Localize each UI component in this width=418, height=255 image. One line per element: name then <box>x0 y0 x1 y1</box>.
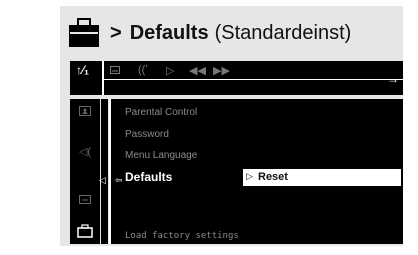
selection-arrow-icon: ⇦ <box>115 175 123 185</box>
help-text: Load factory settings <box>125 231 239 241</box>
topbar-submenu-line <box>104 79 403 80</box>
menu-item-defaults[interactable]: Defaults <box>125 170 172 184</box>
briefcase-icon[interactable] <box>77 224 93 238</box>
menu-panel: ◁ Parental Control Password Menu Languag… <box>99 99 403 244</box>
topbar-divider <box>102 61 104 95</box>
subtitle-icon[interactable] <box>110 66 120 74</box>
subtitle-icon[interactable] <box>79 195 91 204</box>
forward-icon[interactable]: ▶▶ <box>213 64 230 77</box>
option-reset-label: Reset <box>258 171 288 183</box>
submenu-arrow-right: → <box>387 72 399 86</box>
top-menu-bar: ↑⁄₁ ((ʼ ▷ ◀◀ ▶▶ → <box>70 61 403 95</box>
page-title: Defaults <box>129 21 209 44</box>
focus-strip <box>101 99 108 244</box>
side-icon-column: ◁( <box>70 99 100 244</box>
picture-icon[interactable] <box>79 106 91 116</box>
menu-item-menu-language[interactable]: Menu Language <box>125 150 197 161</box>
speaker-icon[interactable]: ◁( <box>70 145 100 158</box>
menu-item-password[interactable]: Password <box>125 129 169 140</box>
play-icon[interactable]: ▷ <box>166 64 174 77</box>
page-subtitle: (Standardeinst) <box>214 21 352 44</box>
osd-screen: > Defaults (Standardeinst) ↑⁄₁ ((ʼ ▷ ◀◀ … <box>60 6 403 246</box>
settings-tool-icon[interactable]: ↑⁄₁ <box>76 63 89 77</box>
briefcase-icon <box>69 18 99 47</box>
audio-icon[interactable]: ((ʼ <box>138 64 148 76</box>
option-arrow-icon: ▷ <box>246 171 253 181</box>
rewind-icon[interactable]: ◀◀ <box>189 64 206 77</box>
back-arrow-icon: ◁ <box>99 175 106 185</box>
option-reset[interactable]: ▷ Reset <box>243 169 401 186</box>
heading-arrow: > <box>110 21 122 44</box>
page-heading: > Defaults (Standardeinst) <box>68 16 351 50</box>
menu-item-parental-control[interactable]: Parental Control <box>125 107 197 118</box>
